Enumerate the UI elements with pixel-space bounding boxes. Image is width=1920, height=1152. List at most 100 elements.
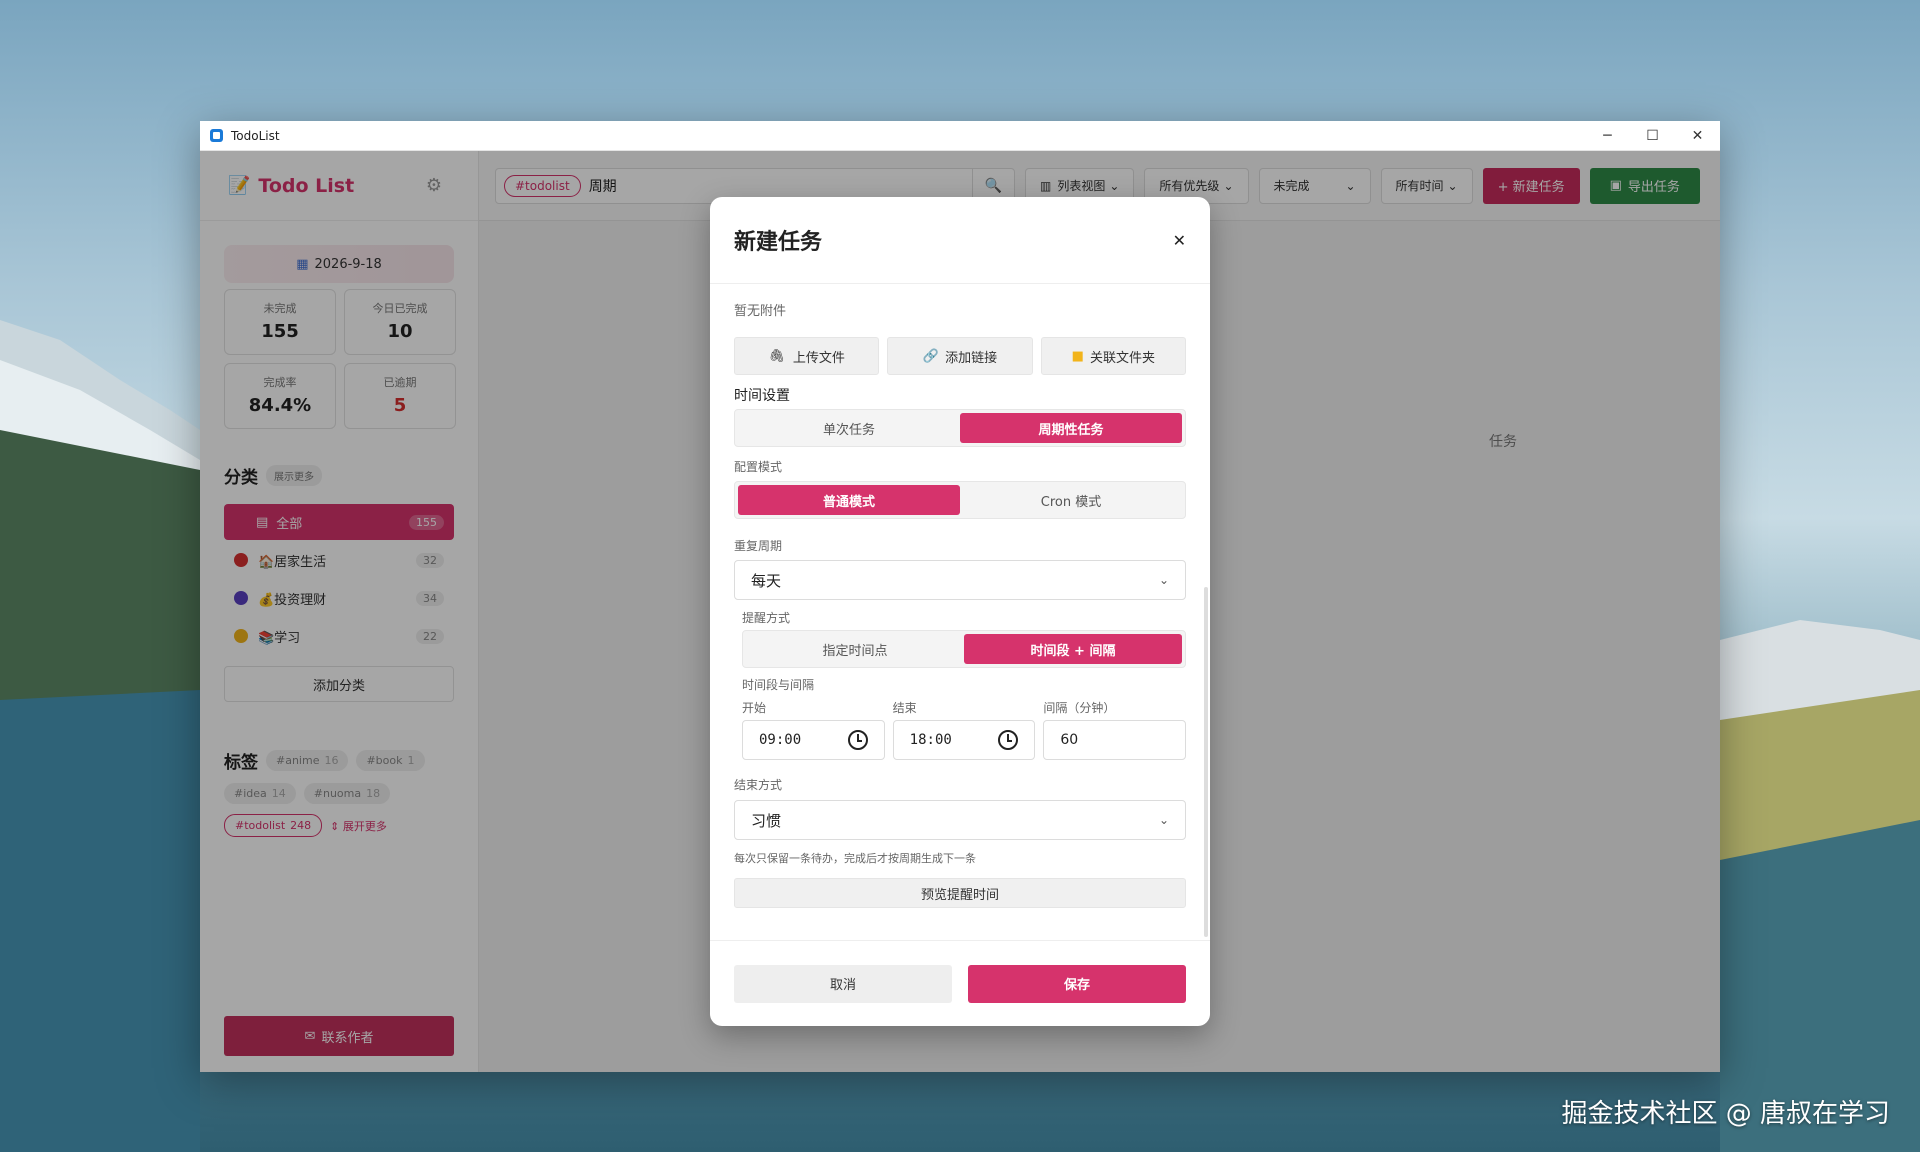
watermark: 掘金技术社区 @ 唐叔在学习 <box>1561 1099 1890 1129</box>
app-icon <box>210 129 223 142</box>
time-range-option[interactable]: 时间段 + 间隔 <box>964 634 1182 664</box>
add-link-button[interactable]: 🔗 添加链接 <box>887 337 1033 375</box>
search-tag-chip[interactable]: #todolist <box>504 174 581 197</box>
view-label: 列表视图 <box>1057 179 1106 193</box>
logo-text: Todo List <box>258 174 355 197</box>
close-icon[interactable]: ✕ <box>1173 231 1186 250</box>
config-mode-label: 配置模式 <box>734 460 783 474</box>
no-attachment-text: 暂无附件 <box>734 304 787 319</box>
stat-incomplete: 未完成 155 <box>224 289 336 355</box>
category-label: 📚学习 <box>258 630 301 646</box>
cancel-button[interactable]: 取消 <box>734 964 952 1003</box>
link-folder-button[interactable]: ■ 关联文件夹 <box>1040 337 1186 375</box>
chevron-down-icon: ⌄ <box>1223 178 1234 193</box>
normal-mode-option[interactable]: 普通模式 <box>738 485 960 515</box>
stat-label: 今日已完成 <box>372 302 428 315</box>
clock-icon[interactable] <box>998 730 1019 750</box>
tag-name: #nuoma <box>313 787 362 800</box>
tag-name: #todolist <box>235 819 286 832</box>
category-item-home[interactable]: 🏠居家生活 32 <box>224 542 454 578</box>
save-button[interactable]: 保存 <box>968 964 1186 1003</box>
minimize-button[interactable]: ─ <box>1585 121 1630 151</box>
stat-label: 未完成 <box>263 302 297 315</box>
close-window-button[interactable]: ✕ <box>1675 121 1720 151</box>
repeat-label: 重复周期 <box>734 539 783 553</box>
color-dot <box>234 591 248 605</box>
stat-value: 10 <box>387 321 413 342</box>
upload-label: 上传文件 <box>792 350 845 366</box>
color-dot <box>234 553 248 567</box>
chevron-down-icon: ⌄ <box>1158 813 1169 827</box>
end-mode-select[interactable]: 习惯 ⌄ <box>734 800 1186 840</box>
export-icon: ▣ <box>1609 178 1622 193</box>
show-more-button[interactable]: 展示更多 <box>266 465 322 486</box>
recurring-task-option[interactable]: 周期性任务 <box>960 413 1182 443</box>
start-time-input[interactable]: 09:00 <box>742 720 885 760</box>
category-list: ▤ 全部 155 🏠居家生活 32 💰投资理财 34 📚学习 22 <box>224 504 454 654</box>
category-item-study[interactable]: 📚学习 22 <box>224 618 454 654</box>
expand-more-label: 展开更多 <box>342 819 387 833</box>
dialog-body: 暂无附件 🖇 上传文件 🔗 添加链接 ■ 关联文件夹 时间设置 单次任务 周期性任务 … <box>710 284 1210 940</box>
tag-name: #book <box>366 754 403 767</box>
chevron-down-icon: ⌄ <box>1345 178 1356 193</box>
tag-count: 1 <box>407 754 415 767</box>
time-settings-title: 时间设置 <box>734 388 790 404</box>
add-link-label: 添加链接 <box>945 350 998 366</box>
date-display: ▦ 2026-9-18 <box>224 245 454 283</box>
status-dropdown[interactable]: 未完成 ⌄ <box>1258 167 1371 204</box>
tag-book[interactable]: #book 1 <box>356 750 425 771</box>
gear-icon[interactable]: ⚙ <box>426 175 442 196</box>
upload-file-button[interactable]: 🖇 上传文件 <box>734 337 880 375</box>
end-mode-hint: 每次只保留一条待办，完成后才按周期生成下一条 <box>734 852 976 865</box>
interval-input[interactable]: 60 <box>1043 720 1187 760</box>
stat-value: 5 <box>393 395 407 416</box>
time-dropdown[interactable]: 所有时间 ⌄ <box>1380 167 1473 204</box>
search-input[interactable]: 周期 <box>589 176 617 196</box>
maximize-button[interactable]: ☐ <box>1630 121 1675 151</box>
interval-label: 间隔（分钟） <box>1043 701 1116 715</box>
time-point-option[interactable]: 指定时间点 <box>746 634 964 664</box>
tag-name: #idea <box>234 787 267 800</box>
color-dot <box>234 629 248 643</box>
tag-todolist[interactable]: #todolist 248 <box>224 814 323 837</box>
category-item-all[interactable]: ▤ 全部 155 <box>224 504 454 540</box>
categories-title: 分类 <box>224 468 258 488</box>
single-task-option[interactable]: 单次任务 <box>738 413 960 443</box>
title-bar: TodoList ─ ☐ ✕ <box>200 121 1720 151</box>
category-count: 155 <box>409 514 444 530</box>
chevron-down-icon: ⌄ <box>1158 573 1169 587</box>
tag-nuoma[interactable]: #nuoma 18 <box>303 783 391 804</box>
mail-icon: ✉ <box>304 1028 316 1044</box>
new-task-dialog: 新建任务 ✕ 暂无附件 🖇 上传文件 🔗 添加链接 ■ 关联文件夹 时间设置 单次任务… <box>710 197 1210 1026</box>
category-label: 🏠居家生活 <box>258 554 327 570</box>
end-mode-label: 结束方式 <box>734 778 783 792</box>
cron-mode-option[interactable]: Cron 模式 <box>960 485 1182 515</box>
contact-author-button[interactable]: ✉ 联系作者 <box>224 1016 454 1056</box>
tags-section: 标签 #anime 16 #book 1 #idea 14 #nuoma 18 #tod… <box>200 748 478 837</box>
repeat-value: 每天 <box>751 571 782 590</box>
clock-icon[interactable] <box>847 730 868 750</box>
expand-more-link[interactable]: ⇕ 展开更多 <box>330 818 387 834</box>
add-category-button[interactable]: 添加分类 <box>224 666 454 702</box>
tag-anime[interactable]: #anime 16 <box>266 750 349 771</box>
end-time-input[interactable]: 18:00 <box>892 720 1036 760</box>
tag-count: 14 <box>271 787 286 800</box>
tag-count: 18 <box>366 787 381 800</box>
preview-reminder-button[interactable]: 预览提醒时间 <box>734 878 1186 908</box>
tag-count: 16 <box>324 754 339 767</box>
tag-idea[interactable]: #idea 14 <box>224 783 296 804</box>
category-item-invest[interactable]: 💰投资理财 34 <box>224 580 454 616</box>
start-time-value: 09:00 <box>759 732 802 748</box>
stat-overdue: 已逾期 5 <box>344 363 456 429</box>
categories-header: 分类 展示更多 <box>200 463 478 488</box>
list-icon: ▤ <box>256 514 269 530</box>
repeat-select[interactable]: 每天 ⌄ <box>734 560 1186 600</box>
scrollbar[interactable] <box>1204 587 1208 937</box>
config-mode-toggle: 普通模式 Cron 模式 <box>734 481 1186 519</box>
remind-mode-toggle: 指定时间点 时间段 + 间隔 <box>742 630 1186 668</box>
app-logo: 📝 Todo List ⚙ <box>200 151 478 221</box>
export-tasks-button[interactable]: ▣ 导出任务 <box>1589 167 1700 204</box>
stat-value: 155 <box>261 321 299 342</box>
contact-label: 联系作者 <box>321 1030 374 1046</box>
new-task-button[interactable]: + 新建任务 <box>1482 167 1580 204</box>
